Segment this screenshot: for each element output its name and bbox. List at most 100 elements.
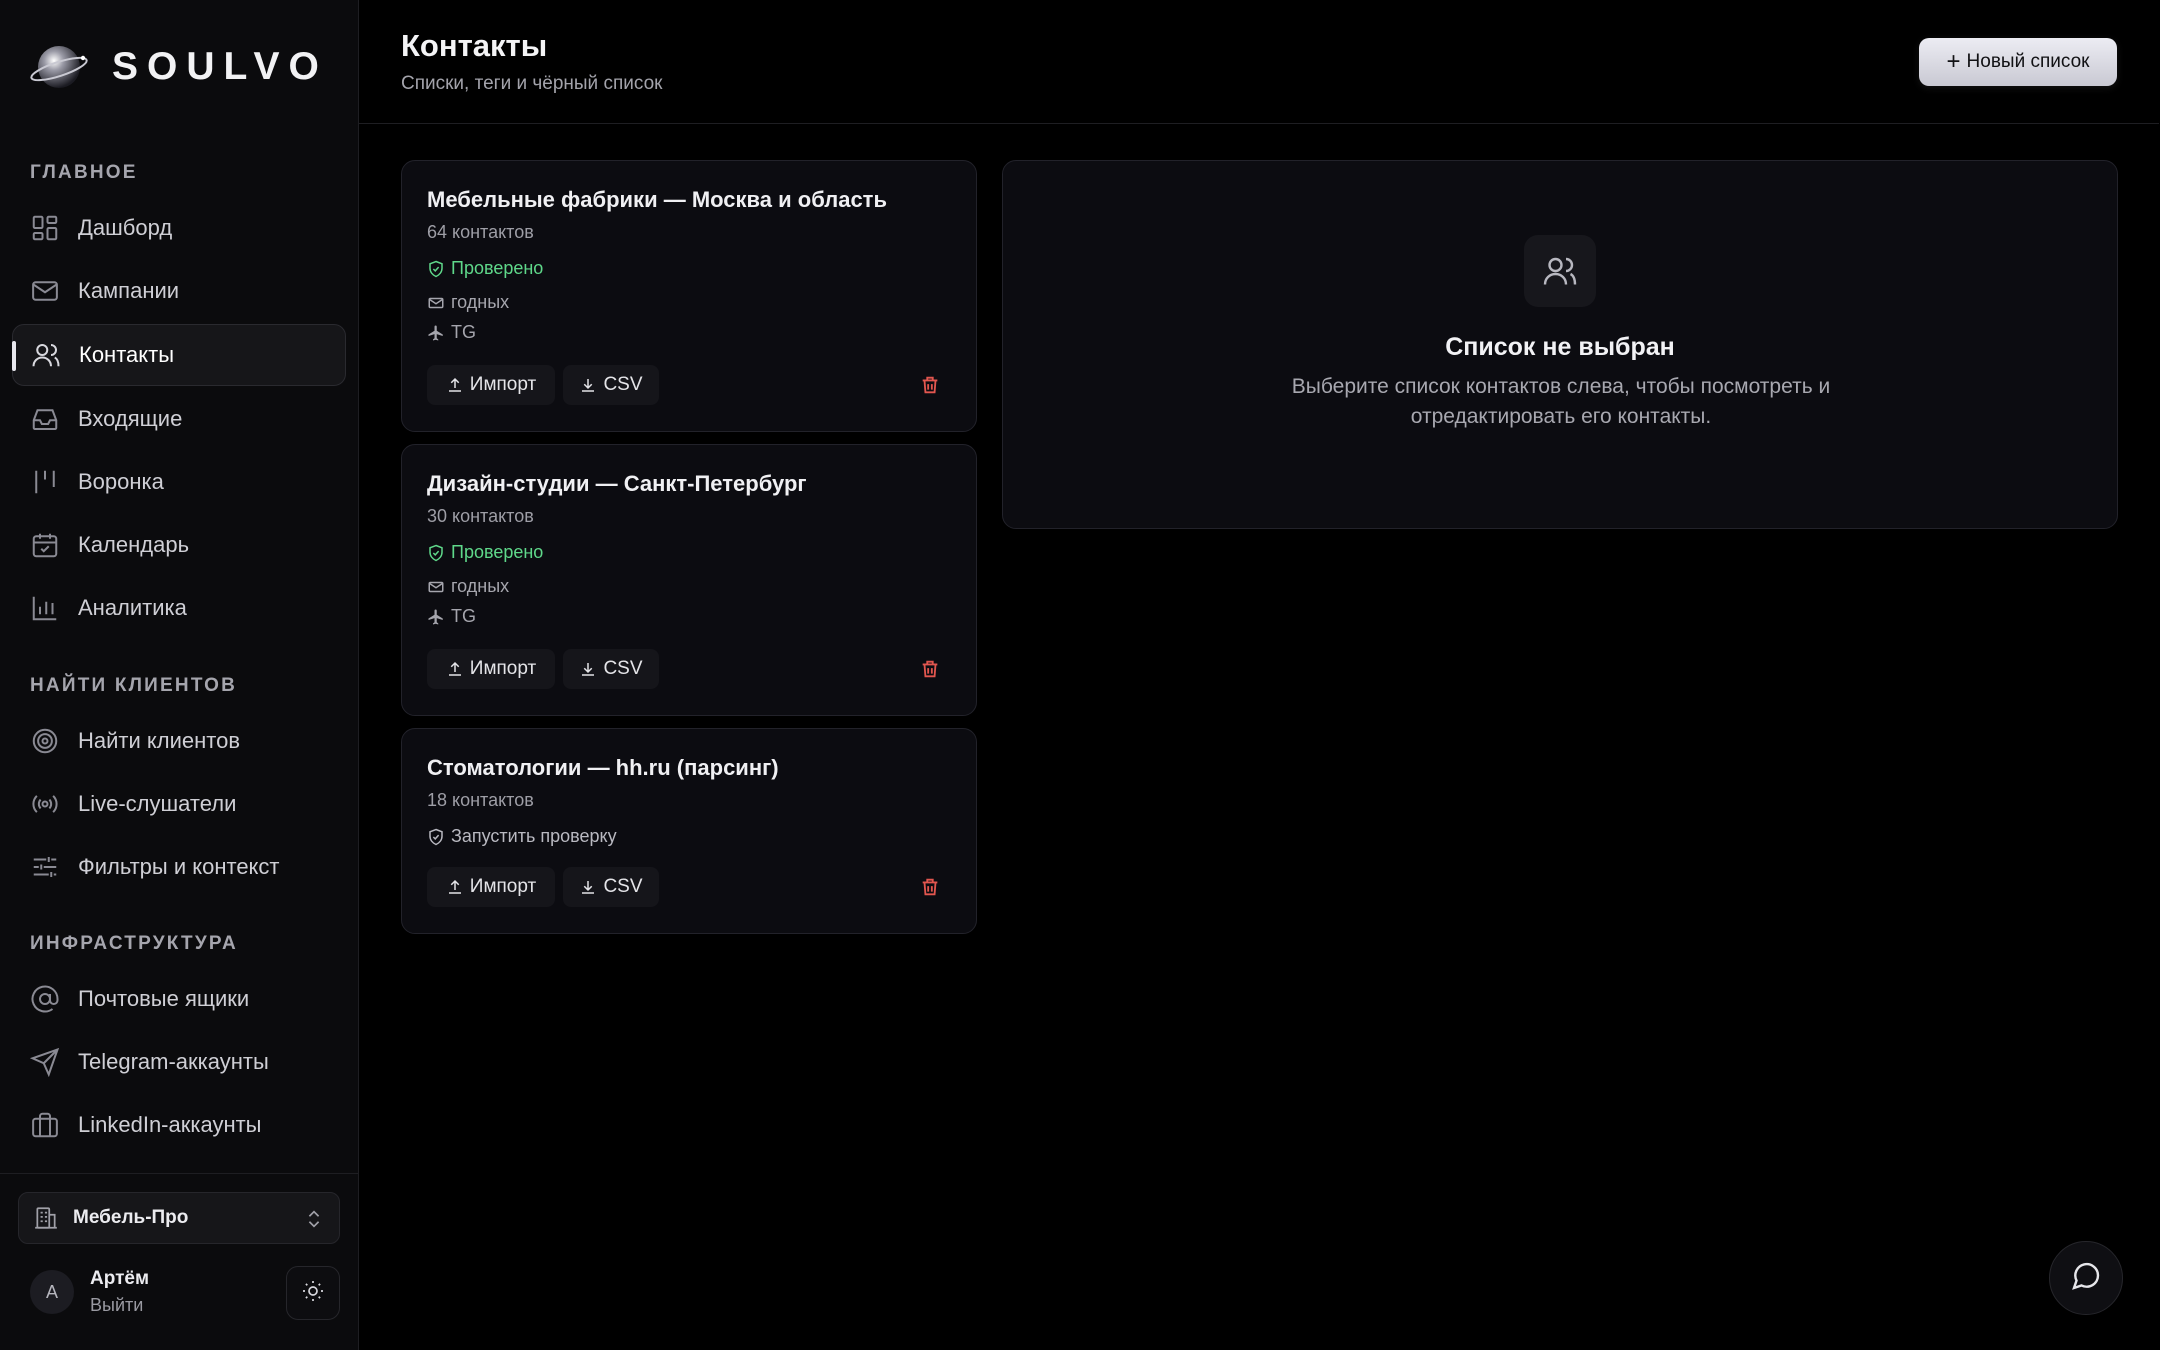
page-subtitle: Списки, теги и чёрный список — [401, 73, 663, 94]
sidebar-item-label: Live-слушатели — [78, 791, 237, 816]
dashboard-icon — [30, 213, 60, 243]
empty-state-text: Выберите список контактов слева, чтобы п… — [1291, 375, 1831, 428]
sidebar-item-analytics[interactable]: Аналитика — [12, 577, 346, 639]
target-icon — [30, 726, 60, 756]
section-label-find: НАЙТИ КЛИЕНТОВ — [30, 675, 238, 696]
contact-list-card[interactable]: Мебельные фабрики — Москва и область 64 … — [401, 160, 977, 432]
brand-name: SOULVO — [112, 45, 328, 88]
list-count: 64 контактов — [427, 222, 534, 242]
delete-list-button[interactable] — [919, 374, 941, 396]
sidebar-item-contacts[interactable]: Контакты — [12, 324, 346, 386]
sidebar-item-dashboard[interactable]: Дашборд — [12, 197, 346, 259]
status-label: Проверено — [451, 258, 544, 278]
chat-bubble-icon — [2070, 1260, 2102, 1297]
users-icon — [1524, 235, 1596, 307]
user-name: Артём — [90, 1268, 150, 1289]
new-list-button[interactable]: + Новый список — [1919, 38, 2117, 86]
workspace-switcher[interactable]: Мебель-Про — [18, 1192, 340, 1244]
shield-check-icon — [429, 260, 443, 277]
empty-state-title: Список не выбран — [1445, 333, 1675, 361]
sidebar-item-filters[interactable]: Фильтры и контекст — [12, 836, 346, 898]
section-label-main: ГЛАВНОЕ — [30, 162, 138, 183]
shield-check-icon — [429, 544, 443, 561]
sidebar-item-label: Воронка — [78, 469, 164, 494]
download-icon — [582, 663, 595, 676]
csv-label: CSV — [603, 876, 643, 897]
plus-icon: + — [1946, 48, 1961, 75]
list-details-empty-state: Список не выбран Выберите список контакт… — [1002, 160, 2118, 529]
workspace-name: Мебель-Про — [73, 1207, 189, 1228]
radio-icon — [30, 789, 60, 819]
sidebar-item-campaigns[interactable]: Кампании — [12, 260, 346, 322]
new-list-label: Новый список — [1966, 51, 2090, 72]
brand-logo[interactable]: SOULVO — [30, 38, 328, 96]
delete-list-button[interactable] — [919, 658, 941, 680]
sidebar-item-telegram-accounts[interactable]: Telegram-аккаунты — [12, 1031, 346, 1093]
sidebar-item-label: Telegram-аккаунты — [78, 1049, 269, 1074]
calendar-icon — [30, 530, 60, 560]
sidebar-item-funnel[interactable]: Воронка — [12, 451, 346, 513]
trash-icon — [922, 376, 938, 394]
status-label: Запустить проверку — [451, 826, 617, 846]
trash-icon — [922, 878, 938, 896]
page-title: Контакты — [401, 28, 548, 63]
csv-label: CSV — [603, 658, 643, 679]
building-icon — [33, 1205, 59, 1231]
logo-planet-icon — [30, 38, 90, 96]
briefcase-icon — [30, 1110, 60, 1140]
shield-check-icon — [429, 828, 443, 845]
logout-link[interactable]: Выйти — [90, 1295, 143, 1316]
app-root: SOULVO ГЛАВНОЕ Дашборд Кампании Контакты — [0, 0, 2160, 1350]
channel-tag: TG — [427, 606, 476, 627]
sidebar-item-label: Фильтры и контекст — [78, 854, 280, 879]
sidebar-item-live-listeners[interactable]: Live-слушатели — [12, 773, 346, 835]
sidebar-item-linkedin-accounts[interactable]: LinkedIn-аккаунты — [12, 1094, 346, 1156]
section-label-infra: ИНФРАСТРУКТУРА — [30, 933, 238, 954]
mail-icon — [428, 581, 444, 592]
sidebar-item-find-clients[interactable]: Найти клиентов — [12, 710, 346, 772]
channel-label: TG — [451, 322, 476, 342]
main-content: Контакты Списки, теги и чёрный список + … — [359, 0, 2160, 1350]
sidebar-divider — [0, 1173, 359, 1174]
status-label: Проверено — [451, 542, 544, 562]
list-title: Дизайн-студии — Санкт-Петербург — [427, 471, 807, 496]
sidebar-item-mailboxes[interactable]: Почтовые ящики — [12, 968, 346, 1030]
csv-export-button[interactable]: CSV — [563, 649, 659, 689]
list-title: Стоматологии — hh.ru (парсинг) — [427, 755, 779, 780]
sidebar-item-inbox[interactable]: Входящие — [12, 388, 346, 450]
sidebar-item-label: Почтовые ящики — [78, 986, 250, 1011]
sidebar-item-label: Аналитика — [78, 595, 187, 620]
sidebar-item-label: Входящие — [78, 406, 183, 431]
delete-list-button[interactable] — [919, 876, 941, 898]
sidebar-item-calendar[interactable]: Календарь — [12, 514, 346, 576]
csv-export-button[interactable]: CSV — [563, 365, 659, 405]
mail-icon — [30, 276, 60, 306]
trash-icon — [922, 660, 938, 678]
import-button[interactable]: Импорт — [427, 649, 555, 689]
user-panel: А Артём Выйти — [30, 1266, 342, 1322]
theme-toggle-button[interactable] — [286, 1266, 340, 1320]
contact-list-card[interactable]: Дизайн-студии — Санкт-Петербург 30 конта… — [401, 444, 977, 716]
run-check-link[interactable]: Запустить проверку — [427, 826, 617, 847]
list-count: 18 контактов — [427, 790, 534, 810]
channel-tag: TG — [427, 322, 476, 343]
download-icon — [582, 881, 595, 894]
kanban-icon — [30, 467, 60, 497]
verified-status: Проверено — [427, 542, 543, 563]
users-icon — [31, 340, 61, 370]
import-label: Импорт — [469, 374, 537, 395]
inbox-icon — [30, 404, 60, 434]
chevron-up-down-icon — [303, 1207, 325, 1231]
csv-export-button[interactable]: CSV — [563, 867, 659, 907]
sliders-icon — [30, 852, 60, 882]
contact-list-card[interactable]: Стоматологии — hh.ru (парсинг) 18 контак… — [401, 728, 977, 934]
avatar[interactable]: А — [30, 1270, 74, 1314]
support-chat-button[interactable] — [2049, 1241, 2123, 1315]
valid-label: годных — [451, 576, 510, 596]
sidebar-item-label: Кампании — [78, 278, 180, 303]
valid-emails: годных — [427, 292, 509, 313]
sidebar-item-label: Календарь — [78, 532, 190, 557]
upload-icon — [448, 879, 461, 894]
import-button[interactable]: Импорт — [427, 365, 555, 405]
import-button[interactable]: Импорт — [427, 867, 555, 907]
